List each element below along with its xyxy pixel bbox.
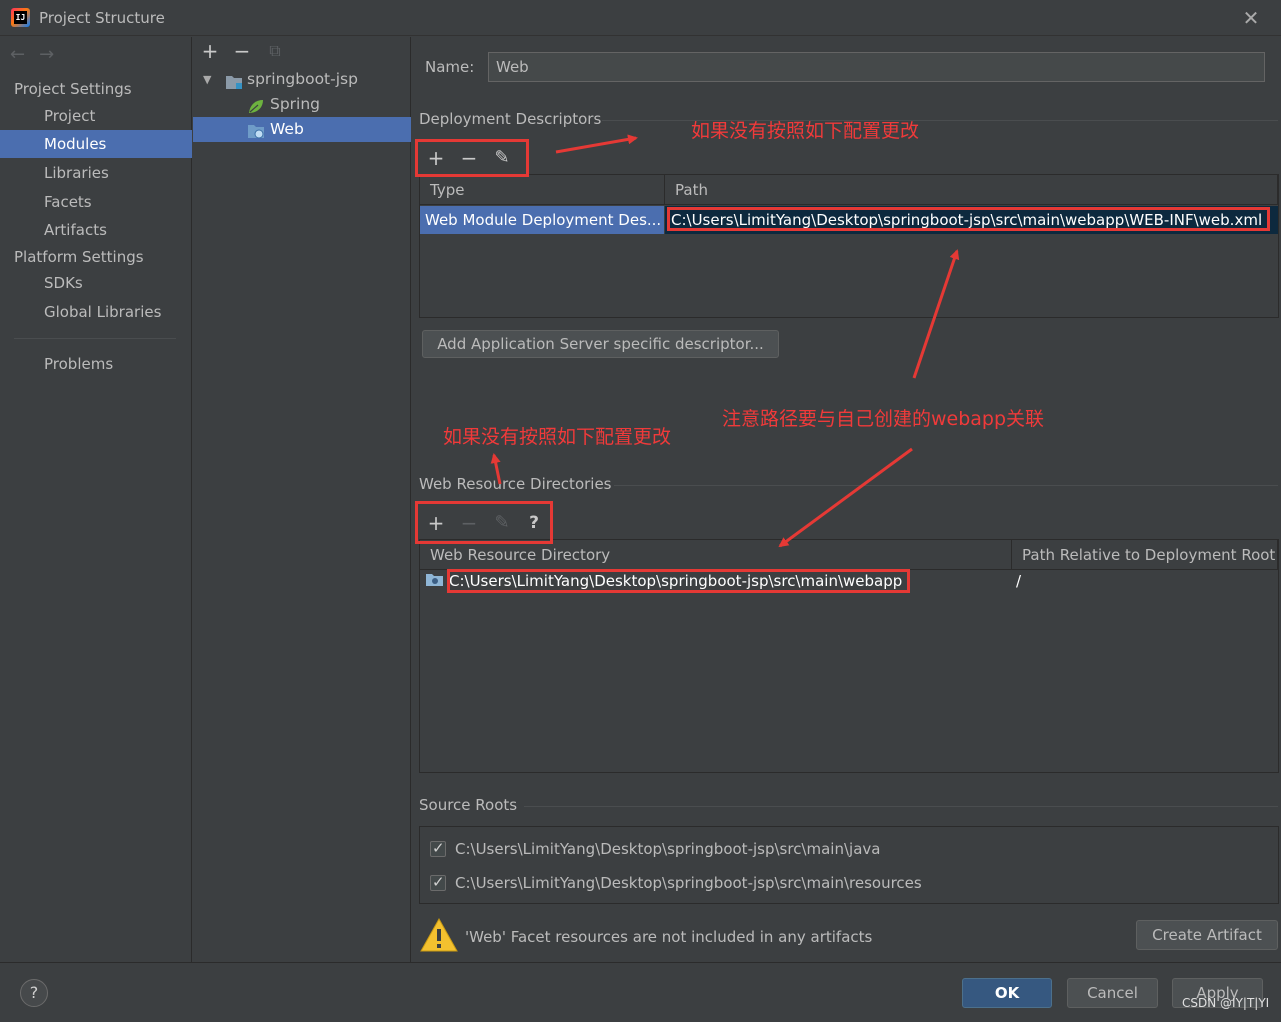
annotation-arrow: [490, 453, 502, 485]
annotation-arrow: [912, 249, 960, 379]
annotation-arrow: [555, 134, 638, 154]
annotation-arrow: [778, 447, 913, 548]
annotation-arrows: [490, 134, 960, 548]
